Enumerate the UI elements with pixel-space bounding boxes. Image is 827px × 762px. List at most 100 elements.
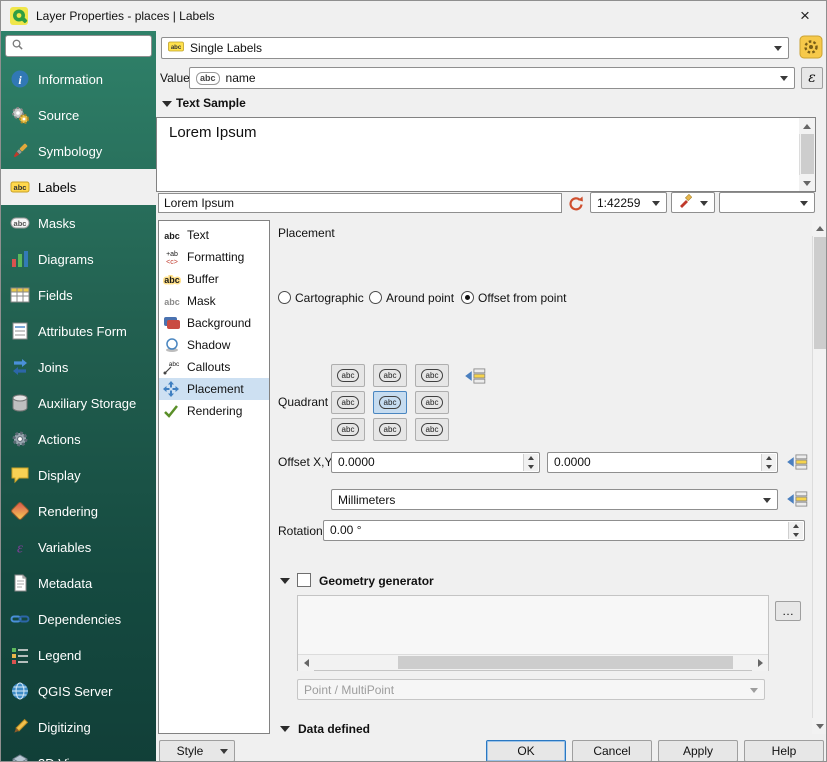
tab-mask[interactable]: abc Mask [159,290,269,312]
preview-scrollbar[interactable] [799,118,815,191]
collapse-arrow-icon[interactable] [280,726,290,732]
tab-label: Mask [187,294,216,308]
sidebar-item-variables[interactable]: ε Variables [1,529,156,565]
offset-x-input[interactable]: 0.0000 [331,452,540,473]
reset-sample-button[interactable] [565,192,587,213]
sidebar-item-legend[interactable]: Legend [1,637,156,673]
rotation-value: 0.00 ° [330,523,362,537]
apply-button[interactable]: Apply [658,740,738,762]
quadrant-button-above-right[interactable]: abc [415,364,449,387]
single-labels-icon: abc [168,40,184,57]
scroll-down-icon[interactable] [799,175,815,191]
sidebar-item-fields[interactable]: Fields [1,277,156,313]
sidebar-item-masks[interactable]: abc Masks [1,205,156,241]
quadrant-button-below-right[interactable]: abc [415,418,449,441]
spin-up-icon[interactable] [762,454,776,463]
sidebar-item-actions[interactable]: Actions [1,421,156,457]
scrollbar-thumb[interactable] [801,134,814,174]
chevron-down-icon [750,688,758,693]
geometry-generator-checkbox[interactable] [297,573,311,587]
scrollbar-thumb[interactable] [398,656,733,669]
expression-scrollbar[interactable] [298,654,768,670]
spin-up-icon[interactable] [789,522,803,531]
spin-down-icon[interactable] [762,463,776,472]
scroll-up-icon[interactable] [812,220,827,236]
geometry-generator-expression-input[interactable] [297,595,769,671]
spin-down-icon[interactable] [524,463,538,472]
sidebar-item-dependencies[interactable]: Dependencies [1,601,156,637]
sidebar-item-display[interactable]: Display [1,457,156,493]
close-button[interactable]: × [784,1,826,31]
tab-placement[interactable]: Placement [159,378,269,400]
radio-offset-from-point[interactable] [461,291,474,304]
sidebar-item-attributes-form[interactable]: Attributes Form [1,313,156,349]
tab-rendering[interactable]: Rendering [159,400,269,422]
offset-data-defined-button[interactable] [785,452,809,472]
sidebar-item-label: Digitizing [38,720,91,735]
ok-button[interactable]: OK [486,740,566,762]
tab-shadow[interactable]: Shadow [159,334,269,356]
scroll-down-icon[interactable] [812,718,827,734]
cancel-button[interactable]: Cancel [572,740,652,762]
collapse-arrow-icon[interactable] [280,578,290,584]
sidebar-item-joins[interactable]: Joins [1,349,156,385]
sidebar-item-diagrams[interactable]: Diagrams [1,241,156,277]
quadrant-button-below-left[interactable]: abc [331,418,365,441]
units-data-defined-button[interactable] [785,489,809,509]
tab-background[interactable]: Background [159,312,269,334]
value-field-combo[interactable]: abc name [189,67,795,89]
sample-text-input[interactable]: Lorem Ipsum [158,193,562,213]
auto-placement-settings-button[interactable] [799,35,823,59]
offset-units-combo[interactable]: Millimeters [331,489,778,510]
content-scrollbar[interactable] [812,220,827,734]
tab-text[interactable]: abc Text [159,224,269,246]
tab-callouts[interactable]: abc Callouts [159,356,269,378]
scroll-left-icon[interactable] [298,655,314,671]
quadrant-button-above[interactable]: abc [373,364,407,387]
sidebar-item-label: Diagrams [38,252,94,267]
help-button[interactable]: Help [744,740,824,762]
geometry-type-combo[interactable]: Point / MultiPoint [297,679,765,700]
sidebar-item-rendering[interactable]: Rendering [1,493,156,529]
label-mode-combo[interactable]: abc Single Labels [161,37,789,59]
text-format-combo[interactable] [671,192,715,213]
quadrant-button-over[interactable]: abc [373,391,407,414]
quadrant-button-right[interactable]: abc [415,391,449,414]
scroll-up-icon[interactable] [799,118,815,134]
radio-around-point[interactable] [369,291,382,304]
sidebar-item-qgis-server[interactable]: QGIS Server [1,673,156,709]
sidebar-search-input[interactable] [5,35,152,57]
legend-icon [10,645,30,665]
quadrant-button-above-left[interactable]: abc [331,364,365,387]
collapse-arrow-icon[interactable] [162,101,172,107]
sidebar-item-information[interactable]: i Information [1,61,156,97]
tab-formatting[interactable]: +ab<c> Formatting [159,246,269,268]
spin-down-icon[interactable] [789,531,803,540]
offset-y-value: 0.0000 [554,455,591,469]
scale-combo[interactable]: 1:42259 [590,192,667,213]
sidebar-item-labels[interactable]: abc Labels [1,169,156,205]
quadrant-data-defined-button[interactable] [463,366,487,386]
tab-buffer[interactable]: abc Buffer [159,268,269,290]
svg-text:ε: ε [17,541,23,557]
sidebar-item-3d-view[interactable]: 3D View [1,745,156,762]
sidebar-item-digitizing[interactable]: Digitizing [1,709,156,745]
spin-up-icon[interactable] [524,454,538,463]
scrollbar-thumb[interactable] [814,237,827,349]
rotation-input[interactable]: 0.00 ° [323,520,805,541]
expression-builder-button[interactable]: ε [801,67,823,89]
sidebar-item-source[interactable]: Source [1,97,156,133]
font-preview-combo[interactable] [719,192,815,213]
view-3d-icon [10,753,30,762]
sidebar-item-auxiliary-storage[interactable]: Auxiliary Storage [1,385,156,421]
quadrant-button-below[interactable]: abc [373,418,407,441]
sidebar-item-metadata[interactable]: Metadata [1,565,156,601]
sidebar-item-label: Attributes Form [38,324,127,339]
expression-dialog-button[interactable]: … [775,601,801,621]
quadrant-button-left[interactable]: abc [331,391,365,414]
radio-cartographic[interactable] [278,291,291,304]
sidebar-item-symbology[interactable]: Symbology [1,133,156,169]
offset-y-input[interactable]: 0.0000 [547,452,778,473]
scroll-right-icon[interactable] [752,655,768,671]
style-menu-button[interactable]: Style [159,740,235,762]
